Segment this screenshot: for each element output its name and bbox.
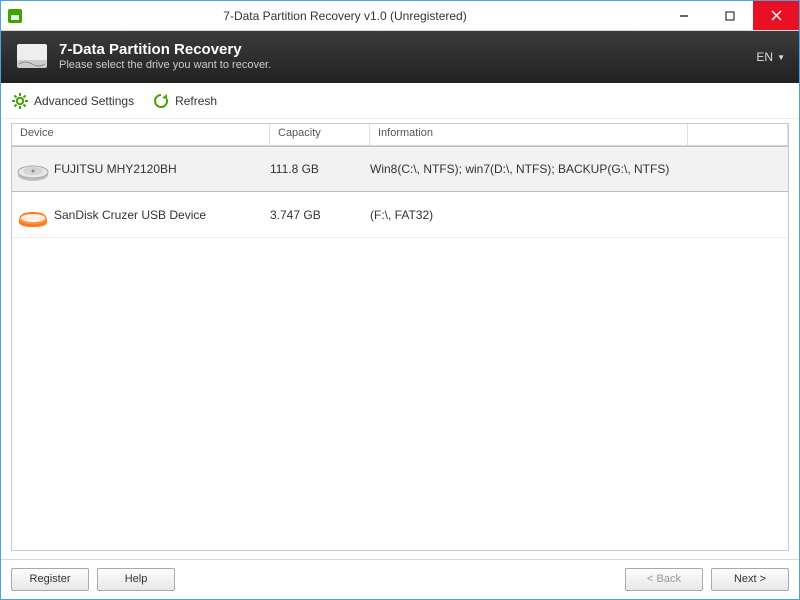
device-name: SanDisk Cruzer USB Device — [54, 208, 270, 222]
column-header-device[interactable]: Device — [12, 124, 270, 145]
next-button[interactable]: Next > — [711, 568, 789, 591]
device-capacity: 3.747 GB — [270, 208, 370, 222]
register-button[interactable]: Register — [11, 568, 89, 591]
device-information: (F:\, FAT32) — [370, 208, 788, 222]
header-text: 7-Data Partition Recovery Please select … — [59, 41, 271, 72]
back-button[interactable]: < Back — [625, 568, 703, 591]
column-header-extra[interactable] — [688, 124, 788, 145]
hdd-icon — [12, 154, 54, 184]
device-rows: FUJITSU MHY2120BH 111.8 GB Win8(C:\, NTF… — [12, 146, 788, 550]
maximize-button[interactable] — [707, 1, 753, 30]
column-header-capacity[interactable]: Capacity — [270, 124, 370, 145]
header-banner: 7-Data Partition Recovery Please select … — [1, 31, 799, 83]
refresh-label: Refresh — [175, 94, 217, 108]
refresh-icon — [152, 92, 170, 110]
header-title: 7-Data Partition Recovery — [59, 41, 271, 59]
toolbar: Advanced Settings Refresh — [1, 83, 799, 119]
app-logo-icon — [15, 40, 49, 74]
advanced-settings-button[interactable]: Advanced Settings — [11, 92, 134, 110]
column-header-row: Device Capacity Information — [12, 124, 788, 146]
device-row[interactable]: FUJITSU MHY2120BH 111.8 GB Win8(C:\, NTF… — [12, 146, 788, 192]
device-information: Win8(C:\, NTFS); win7(D:\, NTFS); BACKUP… — [370, 162, 788, 176]
device-name: FUJITSU MHY2120BH — [54, 162, 270, 176]
window-title: 7-Data Partition Recovery v1.0 (Unregist… — [29, 1, 661, 30]
help-button[interactable]: Help — [97, 568, 175, 591]
app-window: 7-Data Partition Recovery v1.0 (Unregist… — [0, 0, 800, 600]
column-header-information[interactable]: Information — [370, 124, 688, 145]
advanced-settings-label: Advanced Settings — [34, 94, 134, 108]
language-label: EN — [756, 50, 773, 64]
window-controls — [661, 1, 799, 30]
close-button[interactable] — [753, 1, 799, 30]
device-list-panel: Device Capacity Information FUJITSU MHY2… — [11, 123, 789, 551]
header-subtitle: Please select the drive you want to reco… — [59, 59, 271, 72]
language-selector[interactable]: EN ▼ — [756, 50, 785, 64]
device-capacity: 111.8 GB — [270, 162, 370, 176]
device-row[interactable]: SanDisk Cruzer USB Device 3.747 GB (F:\,… — [12, 192, 788, 238]
footer-bar: Register Help < Back Next > — [1, 559, 799, 599]
titlebar: 7-Data Partition Recovery v1.0 (Unregist… — [1, 1, 799, 31]
app-icon — [1, 1, 29, 30]
usb-drive-icon — [12, 200, 54, 230]
chevron-down-icon: ▼ — [777, 53, 785, 62]
refresh-button[interactable]: Refresh — [152, 92, 217, 110]
minimize-button[interactable] — [661, 1, 707, 30]
gear-icon — [11, 92, 29, 110]
